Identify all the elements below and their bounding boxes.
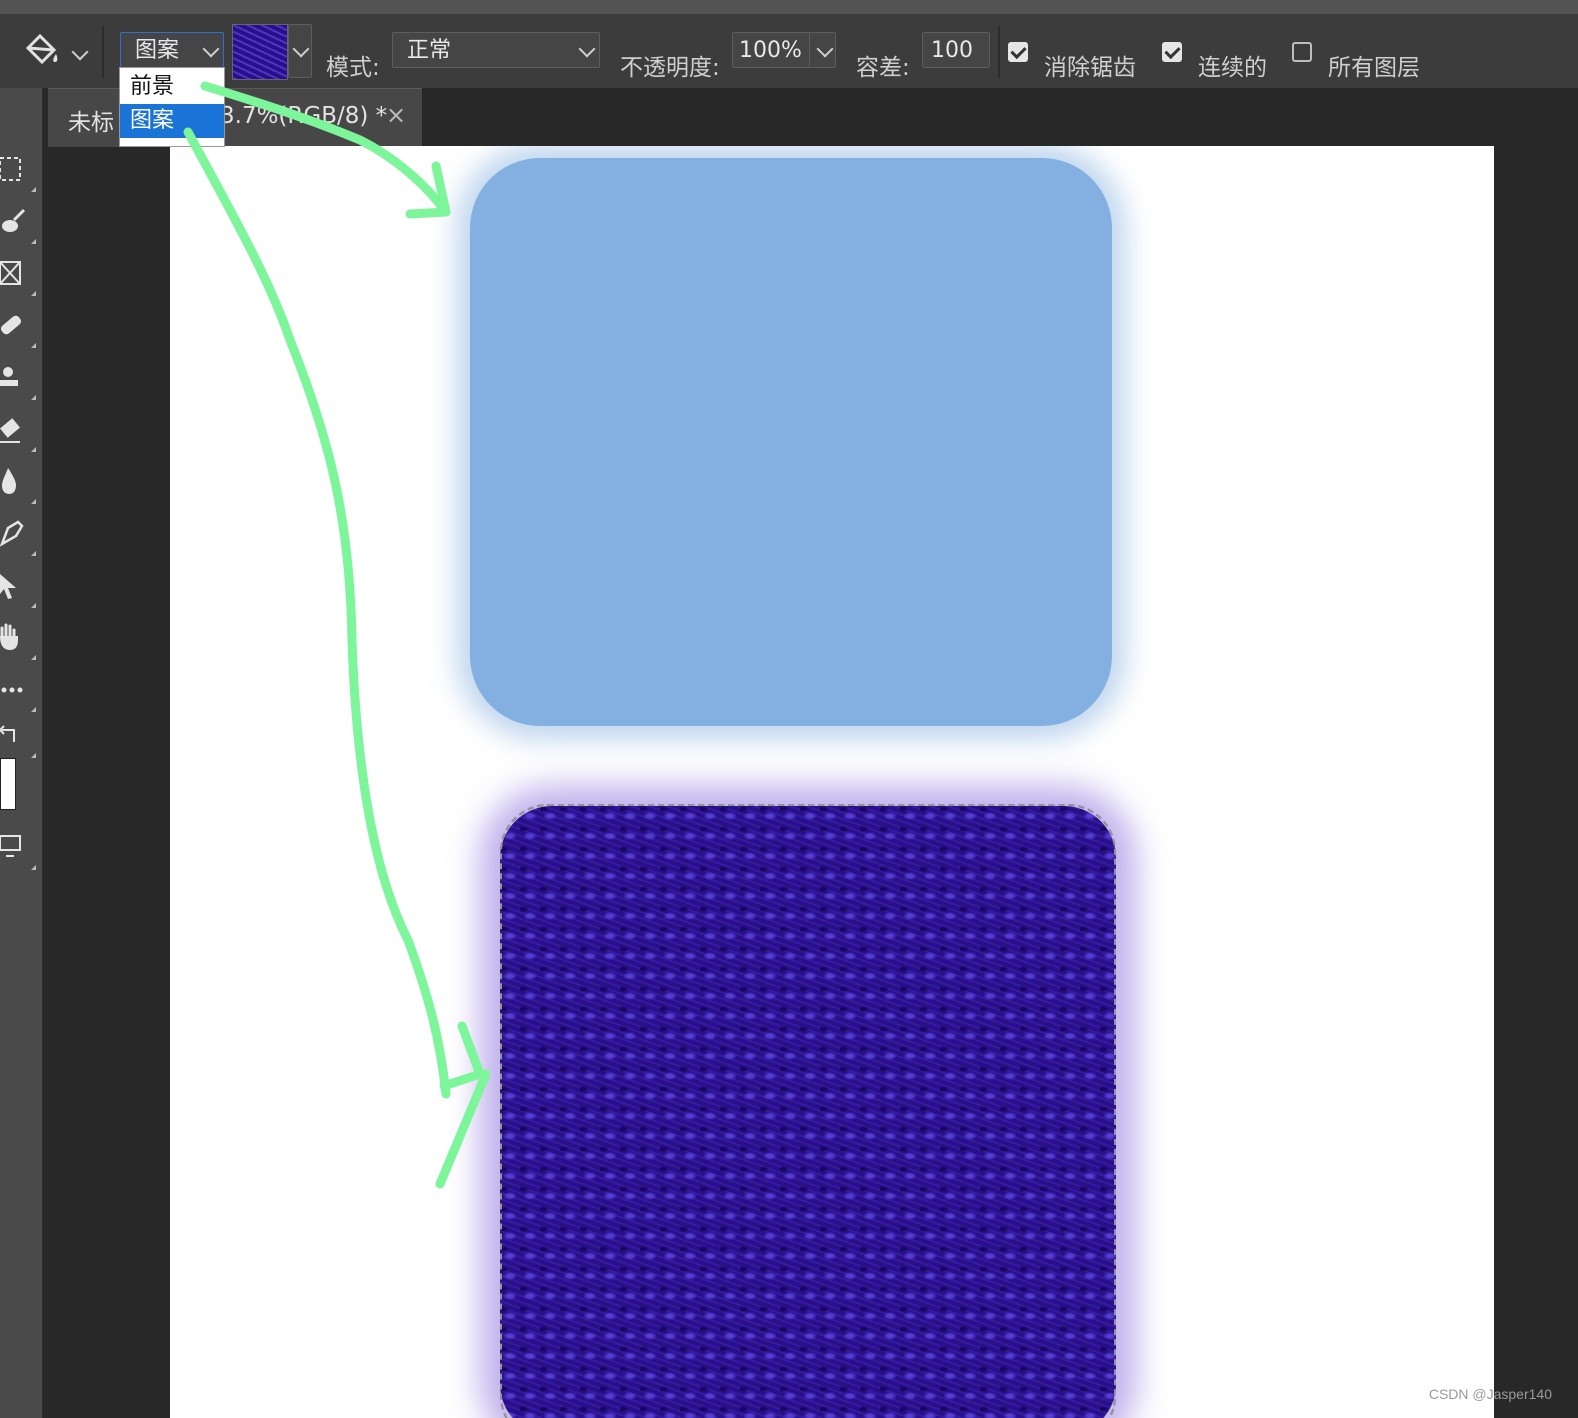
- clone-stamp-tool-icon[interactable]: [0, 362, 36, 400]
- tolerance-value: 100: [931, 38, 973, 63]
- fill-source-value: 图案: [135, 38, 180, 63]
- opacity-field[interactable]: 100%: [732, 32, 836, 68]
- mode-value: 正常: [407, 38, 452, 63]
- antialias-checkbox[interactable]: [1008, 42, 1028, 62]
- fill-source-select[interactable]: 图案: [120, 32, 224, 68]
- path-selection-tool-icon[interactable]: [0, 570, 36, 608]
- swap-colors-icon[interactable]: [0, 720, 36, 758]
- pattern-picker-dropdown[interactable]: [288, 24, 312, 78]
- document-canvas[interactable]: [170, 146, 1494, 1418]
- document-title-left: 未标: [68, 110, 114, 136]
- chevron-down-icon[interactable]: [816, 40, 834, 58]
- options-bar: 图案 模式: 正常 不透明度: 100% 容差: 100 消除锯齿 连续的 所有…: [0, 14, 1578, 89]
- contiguous-label: 连续的: [1198, 55, 1267, 81]
- document-tab[interactable]: 未标 3.7%(RGB/8) * ×: [48, 88, 422, 147]
- pen-tool-icon[interactable]: [0, 518, 36, 556]
- menu-strip: [0, 0, 1578, 14]
- quick-selection-tool-icon[interactable]: [0, 206, 36, 244]
- more-tools-icon[interactable]: [0, 674, 36, 712]
- dropdown-option-pattern[interactable]: 图案: [120, 104, 224, 138]
- close-icon[interactable]: ×: [386, 101, 406, 129]
- tolerance-label: 容差:: [856, 55, 910, 81]
- contiguous-checkbox[interactable]: [1162, 42, 1182, 62]
- opacity-label: 不透明度:: [620, 55, 720, 81]
- hand-tool-icon[interactable]: [0, 622, 36, 660]
- opacity-value: 100%: [739, 38, 802, 63]
- chevron-down-icon: [578, 40, 596, 58]
- all-layers-checkbox[interactable]: [1292, 42, 1312, 62]
- pattern-swatch[interactable]: [232, 24, 288, 80]
- chevron-down-icon: [202, 40, 220, 58]
- chevron-down-icon: [292, 40, 310, 58]
- mode-select[interactable]: 正常: [392, 32, 600, 68]
- frame-tool-icon[interactable]: [0, 258, 36, 296]
- paint-bucket-icon[interactable]: [20, 30, 60, 70]
- tolerance-field[interactable]: 100: [922, 32, 990, 68]
- antialias-label: 消除锯齿: [1044, 55, 1136, 81]
- healing-brush-tool-icon[interactable]: [0, 310, 36, 348]
- watermark: CSDN @Jasper140: [1428, 1386, 1552, 1402]
- mode-label: 模式:: [326, 55, 380, 81]
- eraser-tool-icon[interactable]: [0, 414, 36, 452]
- document-title-right: 3.7%(RGB/8) *: [220, 103, 388, 129]
- blue-rounded-square: [470, 158, 1112, 726]
- fill-source-dropdown-list: 前景 图案: [119, 67, 225, 147]
- tool-preset-chevron-icon[interactable]: [71, 43, 89, 61]
- screen-mode-icon[interactable]: [0, 832, 36, 870]
- background-color-swatch[interactable]: [0, 758, 16, 810]
- marquee-tool-icon[interactable]: [0, 154, 36, 192]
- all-layers-label: 所有图层: [1328, 55, 1420, 81]
- blur-tool-icon[interactable]: [0, 466, 36, 504]
- marching-ants-selection: [500, 804, 1116, 1418]
- tools-panel: [0, 88, 43, 1418]
- dropdown-option-foreground[interactable]: 前景: [120, 70, 224, 104]
